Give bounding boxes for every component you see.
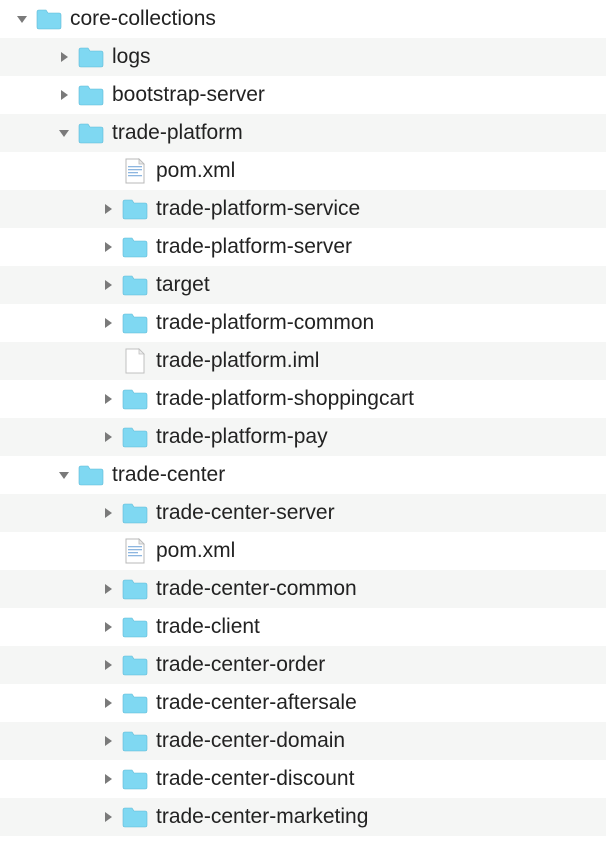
tree-row[interactable]: trade-center-marketing bbox=[0, 798, 606, 836]
tree-item-label: trade-platform-service bbox=[156, 197, 360, 221]
folder-icon bbox=[122, 386, 148, 412]
tree-row[interactable]: logs bbox=[0, 38, 606, 76]
tree-item-label: pom.xml bbox=[156, 159, 235, 183]
tree-item-label: trade-platform-shoppingcart bbox=[156, 387, 414, 411]
tree-item-label: bootstrap-server bbox=[112, 83, 265, 107]
folder-icon bbox=[122, 196, 148, 222]
tree-item-label: trade-center-order bbox=[156, 653, 325, 677]
tree-row[interactable]: trade-center-domain bbox=[0, 722, 606, 760]
chevron-right-icon[interactable] bbox=[100, 505, 116, 521]
chevron-down-icon[interactable] bbox=[56, 125, 72, 141]
tree-row[interactable]: trade-platform-server bbox=[0, 228, 606, 266]
tree-item-label: trade-platform bbox=[112, 121, 243, 145]
tree-row[interactable]: trade-client bbox=[0, 608, 606, 646]
tree-item-label: trade-platform-common bbox=[156, 311, 374, 335]
chevron-right-icon[interactable] bbox=[100, 277, 116, 293]
tree-row[interactable]: trade-center-discount bbox=[0, 760, 606, 798]
chevron-right-icon[interactable] bbox=[100, 429, 116, 445]
folder-icon bbox=[122, 424, 148, 450]
folder-icon bbox=[122, 310, 148, 336]
tree-item-label: trade-center-aftersale bbox=[156, 691, 357, 715]
tree-item-label: logs bbox=[112, 45, 151, 69]
chevron-right-icon[interactable] bbox=[100, 695, 116, 711]
tree-row[interactable]: trade-platform-pay bbox=[0, 418, 606, 456]
chevron-down-icon[interactable] bbox=[56, 467, 72, 483]
folder-icon bbox=[122, 690, 148, 716]
tree-row[interactable]: target bbox=[0, 266, 606, 304]
chevron-right-icon[interactable] bbox=[56, 49, 72, 65]
tree-row[interactable]: trade-platform-service bbox=[0, 190, 606, 228]
chevron-right-icon[interactable] bbox=[100, 391, 116, 407]
tree-row[interactable]: pom.xml bbox=[0, 532, 606, 570]
folder-icon bbox=[78, 82, 104, 108]
tree-row[interactable]: trade-center-order bbox=[0, 646, 606, 684]
folder-icon bbox=[122, 804, 148, 830]
tree-item-label: trade-center-domain bbox=[156, 729, 345, 753]
tree-item-label: core-collections bbox=[70, 7, 216, 31]
chevron-right-icon[interactable] bbox=[100, 619, 116, 635]
file-icon bbox=[122, 348, 148, 374]
tree-row[interactable]: trade-platform bbox=[0, 114, 606, 152]
tree-item-label: trade-platform.iml bbox=[156, 349, 319, 373]
xml-file-icon bbox=[122, 538, 148, 564]
chevron-right-icon[interactable] bbox=[100, 315, 116, 331]
tree-row[interactable]: core-collections bbox=[0, 0, 606, 38]
folder-icon bbox=[122, 614, 148, 640]
tree-row[interactable]: trade-platform.iml bbox=[0, 342, 606, 380]
folder-icon bbox=[122, 576, 148, 602]
folder-icon bbox=[122, 272, 148, 298]
tree-item-label: trade-center-marketing bbox=[156, 805, 368, 829]
folder-icon bbox=[122, 728, 148, 754]
tree-row[interactable]: trade-center bbox=[0, 456, 606, 494]
tree-row[interactable]: pom.xml bbox=[0, 152, 606, 190]
folder-icon bbox=[122, 766, 148, 792]
tree-item-label: trade-client bbox=[156, 615, 260, 639]
folder-icon bbox=[122, 652, 148, 678]
tree-row[interactable]: trade-center-server bbox=[0, 494, 606, 532]
chevron-right-icon[interactable] bbox=[100, 809, 116, 825]
folder-icon bbox=[78, 44, 104, 70]
chevron-down-icon[interactable] bbox=[14, 11, 30, 27]
chevron-right-icon[interactable] bbox=[100, 733, 116, 749]
tree-item-label: trade-center-server bbox=[156, 501, 335, 525]
xml-file-icon bbox=[122, 158, 148, 184]
tree-row[interactable]: bootstrap-server bbox=[0, 76, 606, 114]
chevron-right-icon[interactable] bbox=[100, 201, 116, 217]
file-tree: core-collections logs bootstrap-server trad… bbox=[0, 0, 606, 836]
tree-item-label: trade-center-discount bbox=[156, 767, 354, 791]
tree-row[interactable]: trade-platform-shoppingcart bbox=[0, 380, 606, 418]
chevron-right-icon[interactable] bbox=[100, 581, 116, 597]
tree-row[interactable]: trade-platform-common bbox=[0, 304, 606, 342]
tree-item-label: trade-platform-pay bbox=[156, 425, 328, 449]
folder-icon bbox=[78, 120, 104, 146]
tree-item-label: target bbox=[156, 273, 210, 297]
folder-icon bbox=[78, 462, 104, 488]
folder-icon bbox=[36, 6, 62, 32]
chevron-right-icon[interactable] bbox=[100, 239, 116, 255]
folder-icon bbox=[122, 234, 148, 260]
chevron-right-icon[interactable] bbox=[100, 771, 116, 787]
tree-item-label: trade-platform-server bbox=[156, 235, 352, 259]
chevron-right-icon[interactable] bbox=[56, 87, 72, 103]
folder-icon bbox=[122, 500, 148, 526]
chevron-right-icon[interactable] bbox=[100, 657, 116, 673]
tree-item-label: pom.xml bbox=[156, 539, 235, 563]
tree-row[interactable]: trade-center-aftersale bbox=[0, 684, 606, 722]
tree-row[interactable]: trade-center-common bbox=[0, 570, 606, 608]
tree-item-label: trade-center bbox=[112, 463, 225, 487]
tree-item-label: trade-center-common bbox=[156, 577, 357, 601]
